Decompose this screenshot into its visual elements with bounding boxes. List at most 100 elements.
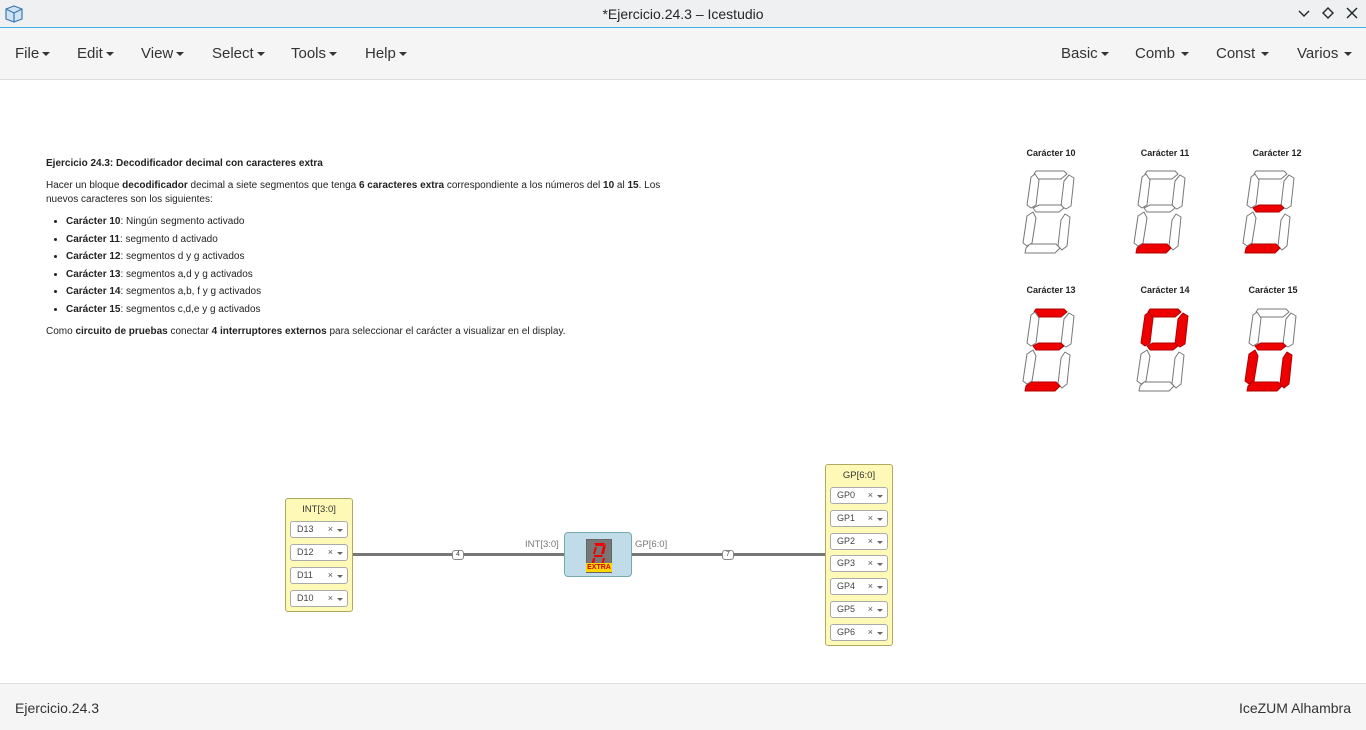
menu-varios[interactable]: Varios [1297,45,1353,62]
segment-f [1026,173,1040,209]
pin-select-gp1[interactable]: GP1 × [830,510,888,527]
menu-comb[interactable]: Comb [1135,45,1190,62]
segment-a [1147,308,1182,318]
segment-a [1144,170,1179,180]
clear-icon[interactable]: × [868,627,873,637]
input-block[interactable]: INT[3:0] D13 × D12 × D11 × D10 × [285,498,353,612]
segment-f [1137,173,1151,209]
list-item: Carácter 12: segmentos d y g activados [66,250,686,264]
segment-d [1244,243,1281,254]
segment-f [1026,311,1040,347]
segment-d [1024,243,1061,254]
chevron-down-icon[interactable] [337,552,343,555]
seven-segment-character-10 [1022,170,1075,254]
chevron-down-icon[interactable] [877,609,883,612]
segment-c [1057,351,1071,389]
segment-c [1171,351,1185,389]
maximize-icon[interactable] [1318,4,1338,24]
list-item: Carácter 15: segmentos c,d,e y g activad… [66,303,686,317]
title-bar: *Ejercicio.24.3 – Icestudio [0,0,1366,28]
chevron-down-icon[interactable] [877,541,883,544]
clear-icon[interactable]: × [328,593,333,603]
chevron-down-icon[interactable] [337,575,343,578]
seven-segment-character-14 [1136,308,1189,392]
menu-bar: File Edit View Select Tools Help Basic C… [0,28,1366,80]
clear-icon[interactable]: × [868,604,873,614]
module-output-port-label: GP[6:0] [635,539,668,550]
close-icon[interactable] [1342,4,1362,24]
chevron-down-icon[interactable] [877,632,883,635]
list-item: Carácter 11: segmento d activado [66,233,686,247]
chevron-down-icon[interactable] [877,495,883,498]
info-paragraph-2: Como circuito de pruebas conectar 4 inte… [46,325,566,337]
clear-icon[interactable]: × [868,536,873,546]
pin-select-d10[interactable]: D10 × [290,590,348,607]
pin-select-gp0[interactable]: GP0 × [830,487,888,504]
pin-select-gp3[interactable]: GP3 × [830,555,888,572]
segment-b [1280,174,1295,210]
segment-g [1143,204,1176,213]
menu-file[interactable]: File [15,45,51,62]
project-name: Ejercicio.24.3 [15,700,100,716]
segment-c [1279,351,1293,389]
output-block[interactable]: GP[6:0] GP0 × GP1 × GP2 × GP3 × GP4 × GP5 × GP… [825,464,893,646]
segment-a [1033,308,1068,318]
pin-select-gp4[interactable]: GP4 × [830,578,888,595]
minimize-icon[interactable] [1294,4,1314,24]
chevron-down-icon[interactable] [337,529,343,532]
seven-segment-character-15 [1244,308,1297,392]
pin-select-d11[interactable]: D11 × [290,567,348,584]
pin-select-d12[interactable]: D12 × [290,544,348,561]
clear-icon[interactable]: × [868,513,873,523]
chevron-down-icon[interactable] [877,563,883,566]
clear-icon[interactable]: × [328,524,333,534]
pin-select-gp5[interactable]: GP5 × [830,601,888,618]
pin-select-d13[interactable]: D13 × [290,521,348,538]
module-badge: EXTRA [586,563,612,572]
seven-segment-character-12 [1242,170,1295,254]
menu-tools[interactable]: Tools [291,45,338,62]
segment-b [1174,312,1189,348]
segment-a [1255,308,1290,318]
segment-d [1024,381,1061,392]
segment-f [1246,173,1260,209]
decoder-module[interactable]: EXTRA [564,532,632,577]
pin-select-gp6[interactable]: GP6 × [830,624,888,641]
info-heading: Ejercicio 24.3: Decodificador decimal co… [46,158,323,169]
clear-icon[interactable]: × [328,547,333,557]
segment-c [1277,213,1291,251]
segment-e [1242,211,1257,247]
segment-g [1146,342,1179,351]
menu-edit[interactable]: Edit [77,45,114,62]
menu-view[interactable]: View [141,45,185,62]
clear-icon[interactable]: × [868,581,873,591]
clear-icon[interactable]: × [328,570,333,580]
segment-c [1168,213,1182,251]
menu-basic[interactable]: Basic [1061,45,1109,62]
chevron-down-icon[interactable] [337,598,343,601]
pin-select-gp2[interactable]: GP2 × [830,533,888,550]
input-block-label: INT[3:0] [302,504,336,515]
clear-icon[interactable]: × [868,558,873,568]
segment-f [1140,311,1154,347]
design-canvas[interactable]: Ejercicio 24.3: Decodificador decimal co… [0,80,1366,683]
chevron-down-icon[interactable] [877,518,883,521]
menu-select[interactable]: Select [212,45,265,62]
segment-b [1060,312,1075,348]
character-14-title: Carácter 14 [1140,285,1190,295]
segment-e [1022,211,1037,247]
output-block-label: GP[6:0] [842,470,876,481]
character-12-title: Carácter 12 [1252,148,1302,158]
menu-help[interactable]: Help [365,45,407,62]
menu-const[interactable]: Const [1216,45,1270,62]
board-name[interactable]: IceZUM Alhambra [1239,700,1351,716]
character-13-title: Carácter 13 [1026,285,1076,295]
chevron-down-icon[interactable] [877,586,883,589]
segment-f [1248,311,1262,347]
character-11-title: Carácter 11 [1140,148,1190,158]
segment-a [1033,170,1068,180]
character-10-title: Carácter 10 [1026,148,1076,158]
clear-icon[interactable]: × [868,490,873,500]
list-item: Carácter 10: Ningún segmento activado [66,215,686,229]
seven-segment-character-13 [1022,308,1075,392]
